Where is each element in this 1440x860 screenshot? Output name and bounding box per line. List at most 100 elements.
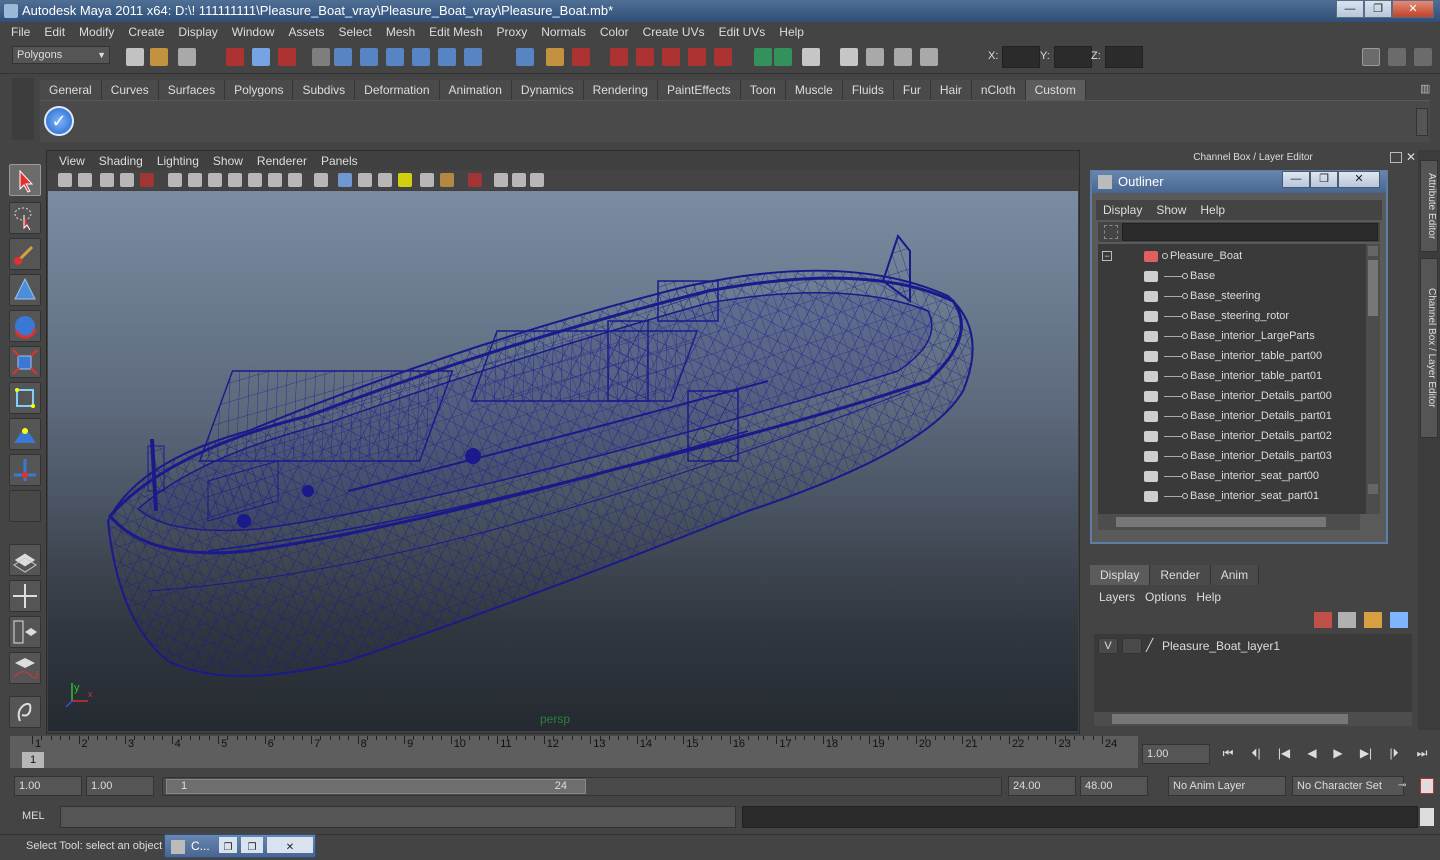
play-backwards-icon[interactable]: ◀ [1302,746,1322,764]
viewport-tool-icon-11[interactable] [268,173,282,187]
menu-window[interactable]: Window [225,25,282,39]
viewport-tool-icon-4[interactable] [120,173,134,187]
current-time-marker[interactable]: 1 [22,752,44,768]
viewport-menu-view[interactable]: View [52,154,92,168]
outliner-row[interactable]: Base_interior_table_part00 [1098,346,1366,366]
viewport-tool-icon-12[interactable] [288,173,302,187]
scroll-thumb[interactable] [1368,260,1378,316]
outliner-row[interactable]: Base [1098,266,1366,286]
collapse-icon[interactable]: − [1102,251,1112,261]
scroll-up-button[interactable] [1368,246,1378,256]
outliner-menu-display[interactable]: Display [1096,203,1149,217]
select-by-component-icon[interactable] [278,48,296,66]
viewport-tool-icon-3[interactable] [100,173,114,187]
outliner-row[interactable]: Base_interior_Details_part03 [1098,446,1366,466]
clapper3-icon[interactable] [920,48,938,66]
menu-assets[interactable]: Assets [281,25,331,39]
playback-end-field[interactable]: 24.00 [1008,776,1076,796]
mel-command-input[interactable] [60,806,736,828]
make-live-icon[interactable] [438,48,456,66]
key-icon[interactable]: ⊸ [1398,780,1414,792]
viewport-tool-icon-9[interactable] [228,173,242,187]
ipr-render-icon[interactable] [774,48,792,66]
shelf-tab-toon[interactable]: Toon [740,80,786,100]
step-forward-frame-icon[interactable]: ▶| [1356,746,1376,764]
anim-layer-dropdown[interactable]: No Anim Layer [1168,776,1286,796]
range-slider-handle[interactable]: 1 24 [166,779,586,794]
menu-mesh[interactable]: Mesh [379,25,422,39]
viewport-tool-icon-22[interactable] [512,173,526,187]
persp-outliner-layout-icon[interactable] [9,616,41,648]
magnet3-icon[interactable] [714,48,732,66]
outliner-row[interactable]: Base_interior_LargeParts [1098,326,1366,346]
shelf-tab-surfaces[interactable]: Surfaces [158,80,226,100]
universal-manipulator-icon[interactable] [9,382,41,414]
step-forward-key-icon[interactable]: |⏵ [1384,746,1404,764]
animation-end-field[interactable]: 48.00 [1080,776,1148,796]
x-field[interactable] [1002,46,1040,68]
outliner-vertical-scrollbar[interactable] [1366,244,1380,514]
layer-horizontal-scrollbar[interactable] [1094,712,1412,726]
new-layer-selected-icon[interactable] [1390,612,1408,628]
viewport-menu-show[interactable]: Show [206,154,250,168]
outliner-menu-help[interactable]: Help [1193,203,1232,217]
menu-edit-mesh[interactable]: Edit Mesh [422,25,489,39]
maximize-button[interactable]: ❐ [1364,0,1392,18]
viewport-tool-icon-2[interactable] [78,173,92,187]
anim-preferences-icon[interactable] [1420,778,1434,794]
outliner-row[interactable]: Base_interior_table_part01 [1098,366,1366,386]
viewport-tool-icon-23[interactable] [530,173,544,187]
soft-modification-tool-icon[interactable] [9,418,41,450]
viewport-tool-icon-14[interactable] [338,173,352,187]
menu-modify[interactable]: Modify [72,25,121,39]
snap-to-point-icon[interactable] [386,48,404,66]
lasso-tool-icon[interactable] [9,202,41,234]
shelf-tab-ncloth[interactable]: nCloth [971,80,1026,100]
layer-visibility-toggle[interactable]: V [1098,638,1118,654]
current-frame-field[interactable]: 1.00 [1142,744,1210,764]
layer-h-scroll-thumb[interactable] [1112,714,1348,724]
shelf-tab-hair[interactable]: Hair [930,80,972,100]
shelf-tab-polygons[interactable]: Polygons [225,80,294,100]
outliner-menu-show[interactable]: Show [1149,203,1193,217]
perspective-viewport[interactable]: y x [48,191,1078,731]
shelf-tab-dynamics[interactable]: Dynamics [511,80,584,100]
snap-to-curve-icon[interactable] [360,48,378,66]
shelf-tab-curves[interactable]: Curves [101,80,159,100]
show-tool-settings-icon[interactable] [1388,48,1406,66]
menu-file[interactable]: File [4,25,37,39]
magnet2-icon[interactable] [688,48,706,66]
outliner-row[interactable]: Base_interior_Details_part00 [1098,386,1366,406]
menu-create[interactable]: Create [121,25,171,39]
construction-history-icon[interactable] [610,48,628,66]
select-by-object-type-icon[interactable] [252,48,270,66]
viewport-tool-icon-6[interactable] [168,173,182,187]
viewport-tool-icon-8[interactable] [208,173,222,187]
viewport-tool-icon-16[interactable] [378,173,392,187]
new-scene-icon[interactable] [126,48,144,66]
show-manipulator-tool-icon[interactable] [9,454,41,486]
viewport-tool-icon-13[interactable] [314,173,328,187]
menu-select[interactable]: Select [331,25,378,39]
custom-shelf-check-icon[interactable]: ✓ [44,106,74,136]
hypershade-layout-icon[interactable] [9,696,41,728]
viewport-tool-icon-15[interactable] [358,173,372,187]
persp-graph-layout-icon[interactable] [9,652,41,684]
lock-icon[interactable] [546,48,564,66]
menu-proxy[interactable]: Proxy [490,25,535,39]
close-button[interactable]: ✕ [1392,0,1434,18]
filter-icon[interactable] [1104,225,1118,239]
layer-menu-layers[interactable]: Layers [1094,590,1140,604]
y-field[interactable] [1054,46,1092,68]
outliner-search-field[interactable] [1122,223,1378,241]
go-to-end-icon[interactable]: ⏭ [1412,746,1432,764]
layer-tab-display[interactable]: Display [1090,565,1151,585]
menu-edit-uvs[interactable]: Edit UVs [712,25,773,39]
h-scroll-thumb[interactable] [1116,517,1326,527]
shelf-tab-general[interactable]: General [40,80,102,100]
shelf-scroll-buttons[interactable] [1416,108,1428,136]
last-tool-slot[interactable] [9,490,41,522]
outliner-row[interactable]: Base_interior_seat_part01 [1098,486,1366,506]
viewport-tool-icon-21[interactable] [494,173,508,187]
menu-set-dropdown[interactable]: Polygons ▼ [12,46,110,64]
